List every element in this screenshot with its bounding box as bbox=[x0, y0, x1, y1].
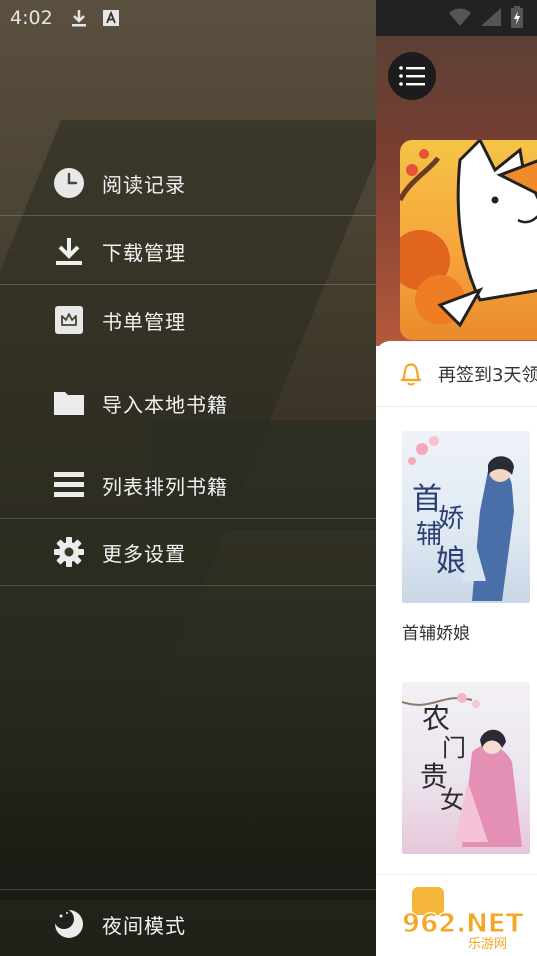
book-cover-text: 农 bbox=[422, 702, 450, 735]
book-cover-text: 门 bbox=[442, 734, 466, 762]
book-item[interactable]: 首 辅 娇 娘 首辅娇娘 bbox=[402, 431, 530, 644]
crown-icon bbox=[52, 303, 86, 337]
menu-item-more-settings[interactable]: 更多设置 bbox=[0, 519, 376, 585]
menu-item-label: 阅读记录 bbox=[102, 172, 186, 197]
clock-icon bbox=[52, 166, 86, 200]
signin-reminder[interactable]: 再签到3天领 bbox=[376, 341, 537, 407]
menu-item-label: 列表排列书籍 bbox=[102, 474, 228, 499]
night-mode-label: 夜间模式 bbox=[102, 913, 186, 938]
banner[interactable] bbox=[376, 36, 537, 346]
drawer-background-shade bbox=[0, 640, 376, 900]
menu-divider bbox=[0, 889, 376, 890]
watermark-logo: 962.NET 乐游网 bbox=[398, 902, 533, 953]
menu-item-reading-history[interactable]: 阅读记录 bbox=[0, 150, 376, 216]
bookshelf-screen: 再签到3天领 首 辅 娇 娘 首辅娇娘 农 门 贵 女 bbox=[376, 36, 537, 956]
menu-divider bbox=[0, 585, 376, 586]
status-bar: 4:02 bbox=[0, 0, 537, 36]
menu-item-label: 下载管理 bbox=[102, 240, 186, 265]
menu-divider bbox=[0, 215, 376, 216]
folder-icon bbox=[52, 386, 86, 420]
menu-item-download-manager[interactable]: 下载管理 bbox=[0, 218, 376, 284]
list-icon bbox=[52, 468, 86, 502]
banner-illustration-icon bbox=[400, 140, 537, 328]
menu-item-import-local-books[interactable]: 导入本地书籍 bbox=[0, 370, 376, 436]
book-cover-art-icon: 首 辅 娇 娘 bbox=[408, 436, 514, 601]
menu-button[interactable] bbox=[388, 52, 436, 100]
book-cover[interactable]: 首 辅 娇 娘 bbox=[402, 431, 530, 603]
book-cover[interactable]: 农 门 贵 女 bbox=[402, 682, 530, 854]
menu-item-booklist-manager[interactable]: 书单管理 bbox=[0, 287, 376, 353]
night-mode-toggle[interactable]: 夜间模式 bbox=[0, 891, 376, 956]
svg-text:962.NET: 962.NET bbox=[402, 909, 524, 939]
a-notification-icon bbox=[102, 10, 119, 26]
menu-item-label: 书单管理 bbox=[102, 309, 186, 334]
book-cover-text: 娇 bbox=[438, 504, 464, 534]
menu-item-label: 更多设置 bbox=[102, 541, 186, 566]
menu-divider bbox=[0, 284, 376, 285]
download-notification-icon bbox=[71, 9, 87, 27]
book-item[interactable]: 农 门 贵 女 bbox=[402, 682, 530, 854]
banner-card[interactable] bbox=[400, 140, 537, 340]
svg-text:乐游网: 乐游网 bbox=[468, 937, 507, 952]
book-cover-art-icon: 农 门 贵 女 bbox=[402, 693, 522, 847]
download-icon bbox=[52, 234, 86, 268]
hamburger-icon bbox=[399, 66, 425, 86]
status-time: 4:02 bbox=[10, 7, 53, 29]
navigation-drawer: 阅读记录 下载管理 书单管理 导入本地书籍 列表排列书籍 更多设置 夜间模式 bbox=[0, 0, 376, 956]
book-title: 首辅娇娘 bbox=[402, 624, 470, 644]
menu-item-label: 导入本地书籍 bbox=[102, 392, 228, 417]
book-cover-text: 娘 bbox=[436, 544, 466, 579]
moon-icon bbox=[52, 907, 86, 941]
book-cover-text: 女 bbox=[440, 786, 464, 814]
menu-item-list-arrange-books[interactable]: 列表排列书籍 bbox=[0, 452, 376, 518]
signin-text: 再签到3天领 bbox=[438, 364, 537, 386]
bell-icon bbox=[398, 361, 424, 387]
gear-icon bbox=[52, 535, 86, 569]
